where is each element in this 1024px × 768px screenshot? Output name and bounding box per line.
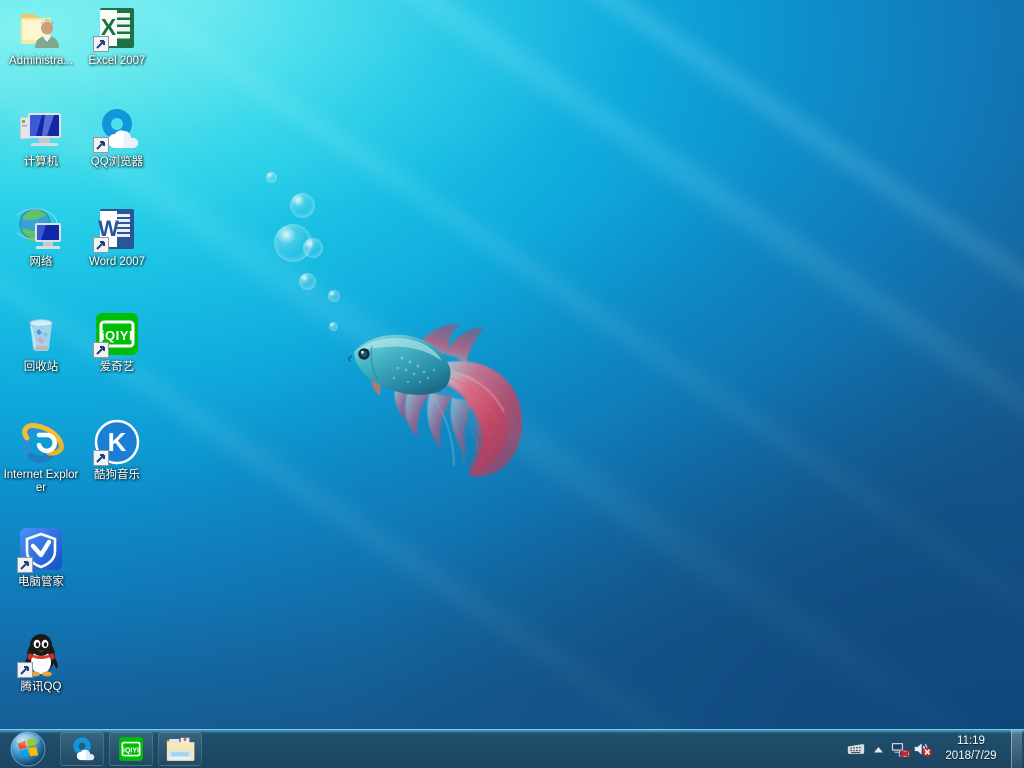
desktop-icon-administrator[interactable]: Administra... [2, 4, 80, 68]
desktop-icon-label: 网络 [29, 256, 53, 268]
desktop-icon-excel-2007[interactable]: X Excel 2007 [78, 4, 156, 68]
qq-penguin-icon [17, 630, 65, 678]
svg-text:iQIYI: iQIYI [101, 328, 133, 343]
qq-browser-icon [73, 737, 95, 761]
word-icon: W [93, 205, 141, 253]
taskbar-item-iqiyi[interactable]: iQIYI [109, 732, 153, 766]
shortcut-arrow-icon [93, 342, 109, 358]
tencent-pc-manager-icon [17, 525, 65, 573]
desktop-icon-label: Excel 2007 [88, 55, 146, 67]
taskbar-clock[interactable]: 11:19 2018/7/29 [933, 734, 1009, 764]
network-globe-icon [12, 205, 65, 253]
desktop-icon-label: 计算机 [23, 156, 59, 168]
desktop-icon-label: 酷狗音乐 [94, 469, 140, 481]
desktop-icon-computer[interactable]: 计算机 [2, 105, 80, 169]
desktop-icon-label: 回收站 [23, 361, 59, 373]
desktop-icon-qq-browser[interactable]: QQ浏览器 [78, 105, 156, 169]
desktop[interactable]: Administra... X Excel 2007 计算机 QQ浏览器 网络 … [0, 0, 1024, 768]
excel-icon: X [93, 4, 141, 52]
show-desktop-button[interactable] [1011, 730, 1022, 768]
svg-text:K: K [108, 427, 127, 457]
shortcut-arrow-icon [93, 137, 109, 153]
desktop-icon-recycle-bin[interactable]: 回收站 [2, 310, 80, 374]
shortcut-arrow-icon [93, 237, 109, 253]
recycle-bin-icon [17, 310, 65, 358]
desktop-icon-label: Internet Explorer [3, 469, 79, 494]
internet-explorer-icon [17, 418, 65, 466]
svg-text:iQIYI: iQIYI [123, 747, 139, 754]
clock-time: 11:19 [957, 735, 985, 747]
desktop-icon-label: Word 2007 [88, 256, 146, 268]
computer-icon [17, 105, 65, 153]
chevron-up-icon[interactable] [867, 734, 889, 764]
network-disconnected-icon[interactable] [889, 734, 911, 764]
iqiyi-icon: iQIYI [93, 310, 141, 358]
desktop-icon-network[interactable]: 网络 [2, 205, 80, 269]
desktop-icon-word-2007[interactable]: W Word 2007 [78, 205, 156, 269]
shortcut-arrow-icon [93, 36, 109, 52]
desktop-icon-label: Administra... [9, 55, 73, 67]
desktop-icon-internet-explorer[interactable]: Internet Explorer [2, 418, 80, 495]
taskbar[interactable]: iQIYI 11:19 2018/7/29 [0, 729, 1024, 768]
desktop-icon-grid: Administra... X Excel 2007 计算机 QQ浏览器 网络 … [0, 0, 1024, 729]
desktop-icon-pc-manager[interactable]: 电脑管家 [2, 525, 80, 589]
desktop-icon-label: 电脑管家 [18, 576, 64, 588]
start-button[interactable] [1, 731, 55, 768]
iqiyi-icon: iQIYI [119, 737, 143, 761]
shortcut-arrow-icon [17, 557, 33, 573]
desktop-icon-kugou-music[interactable]: K 酷狗音乐 [78, 418, 156, 482]
desktop-icon-label: 腾讯QQ [20, 681, 62, 693]
shortcut-arrow-icon [17, 662, 33, 678]
shortcut-arrow-icon [93, 450, 109, 466]
taskbar-item-qq-browser[interactable] [60, 732, 104, 766]
qq-browser-icon [93, 105, 141, 153]
taskbar-item-explorer[interactable] [158, 732, 202, 766]
folder-explorer-icon [166, 737, 195, 761]
system-tray[interactable]: 11:19 2018/7/29 [845, 730, 1024, 768]
user-folder-icon [17, 4, 65, 52]
speaker-muted-icon[interactable] [911, 734, 933, 764]
desktop-icon-iqiyi[interactable]: iQIYI 爱奇艺 [78, 310, 156, 374]
clock-date: 2018/7/29 [945, 750, 997, 762]
windows-start-orb-icon [10, 731, 46, 767]
desktop-icon-tencent-qq[interactable]: 腾讯QQ [2, 630, 80, 694]
kugou-music-icon: K [93, 418, 141, 466]
keyboard-ime-icon[interactable] [845, 734, 867, 764]
desktop-icon-label: QQ浏览器 [90, 156, 144, 168]
desktop-icon-label: 爱奇艺 [99, 361, 135, 373]
